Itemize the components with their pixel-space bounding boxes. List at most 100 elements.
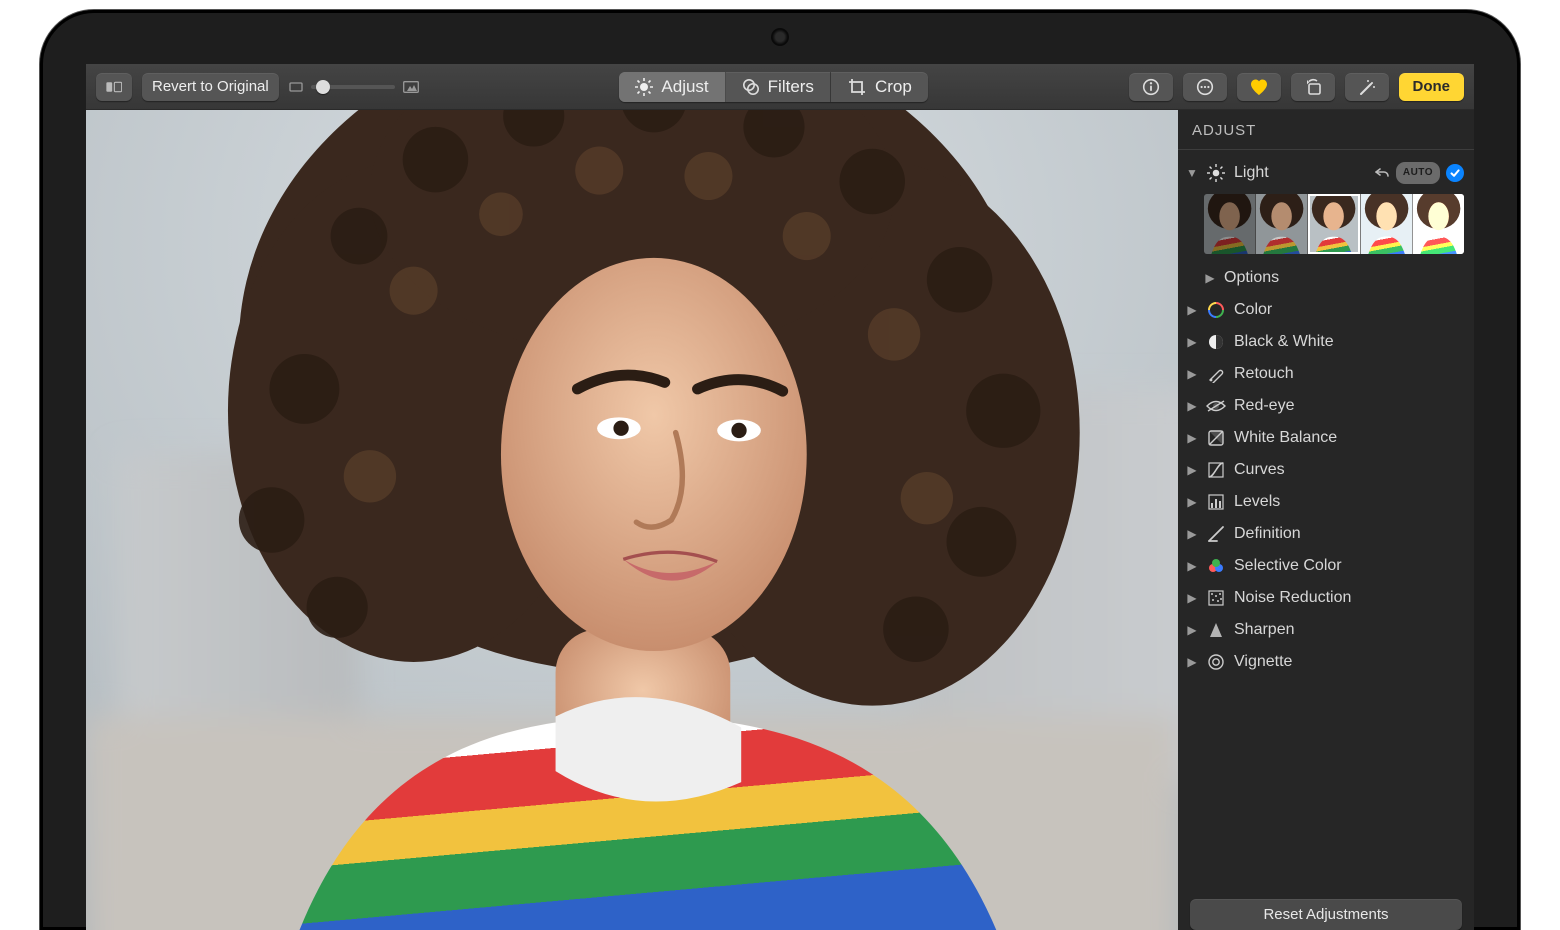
camera-icon: [771, 28, 789, 46]
selective-color-icon: [1206, 556, 1226, 576]
adj-color[interactable]: ▶ Color: [1178, 294, 1474, 326]
adj-label: Color: [1234, 300, 1464, 320]
chevron-right-icon: ▶: [1186, 620, 1198, 640]
chevron-right-icon: ▶: [1186, 396, 1198, 416]
mode-adjust-label: Adjust: [661, 77, 708, 97]
chevron-right-icon: ▶: [1186, 364, 1198, 384]
more-icon: [1196, 78, 1214, 96]
adj-label: Sharpen: [1234, 620, 1464, 640]
info-icon: [1142, 78, 1160, 96]
curves-icon: [1206, 460, 1226, 480]
adj-selective_color[interactable]: ▶ Selective Color: [1178, 550, 1474, 582]
mode-crop[interactable]: Crop: [831, 72, 928, 102]
adj-label: Retouch: [1234, 364, 1464, 384]
adj-noise_reduction[interactable]: ▶ Noise Reduction: [1178, 582, 1474, 614]
light-thumb[interactable]: [1360, 194, 1412, 254]
revert-button[interactable]: Revert to Original: [142, 73, 279, 101]
chevron-right-icon: ▶: [1204, 268, 1216, 288]
chevron-down-icon: ▼: [1186, 163, 1198, 183]
adj-label: Definition: [1234, 524, 1464, 544]
adj-black_white[interactable]: ▶ Black & White: [1178, 326, 1474, 358]
white-balance-icon: [1206, 428, 1226, 448]
wand-icon: [1357, 78, 1377, 96]
undo-icon[interactable]: [1374, 166, 1390, 180]
adj-label: Black & White: [1234, 332, 1464, 352]
light-thumb[interactable]: [1204, 194, 1255, 254]
color-icon: [1206, 300, 1226, 320]
adj-sharpen[interactable]: ▶ Sharpen: [1178, 614, 1474, 646]
adj-label: Vignette: [1234, 652, 1464, 672]
adjust-icon: [635, 78, 653, 96]
mode-filters[interactable]: Filters: [726, 72, 831, 102]
adj-label: Curves: [1234, 460, 1464, 480]
reset-adjustments-button[interactable]: Reset Adjustments: [1190, 899, 1462, 930]
adj-light[interactable]: ▼ Light: [1178, 156, 1474, 190]
chevron-right-icon: ▶: [1186, 556, 1198, 576]
adj-retouch[interactable]: ▶ Retouch: [1178, 358, 1474, 390]
definition-icon: [1206, 524, 1226, 544]
sharpen-icon: [1206, 620, 1226, 640]
black-white-icon: [1206, 332, 1226, 352]
adj-vignette[interactable]: ▶ Vignette: [1178, 646, 1474, 678]
photos-edit-window: Revert to Original: [86, 64, 1474, 930]
red-eye-icon: [1206, 396, 1226, 416]
content: ADJUST ▼: [86, 110, 1474, 930]
laptop-bezel: Revert to Original: [40, 10, 1520, 930]
info-button[interactable]: [1129, 73, 1173, 101]
vignette-icon: [1206, 652, 1226, 672]
sidebar-scroll[interactable]: ▼ Light: [1178, 150, 1474, 889]
zoom-slider[interactable]: [289, 81, 419, 93]
light-icon: [1206, 163, 1226, 183]
light-preview-strip[interactable]: <svg viewBox="0 0 40 60" preserveAspectR…: [1204, 194, 1464, 254]
adj-white_balance[interactable]: ▶ White Balance: [1178, 422, 1474, 454]
chevron-right-icon: ▶: [1186, 460, 1198, 480]
check-icon: [1449, 167, 1461, 179]
chevron-right-icon: ▶: [1186, 492, 1198, 512]
adj-curves[interactable]: ▶ Curves: [1178, 454, 1474, 486]
adj-label: Levels: [1234, 492, 1464, 512]
more-button[interactable]: [1183, 73, 1227, 101]
adj-label: White Balance: [1234, 428, 1464, 448]
crop-icon: [847, 78, 867, 96]
filters-icon: [742, 78, 760, 96]
chevron-right-icon: ▶: [1186, 428, 1198, 448]
adj-label: Noise Reduction: [1234, 588, 1464, 608]
adj-definition[interactable]: ▶ Definition: [1178, 518, 1474, 550]
light-thumb[interactable]: [1307, 194, 1359, 254]
auto-button[interactable]: AUTO: [1396, 162, 1440, 184]
compare-view-button[interactable]: [96, 73, 132, 101]
adjust-sidebar: ADJUST ▼: [1178, 110, 1474, 930]
mode-filters-label: Filters: [768, 77, 814, 97]
toolbar: Revert to Original: [86, 64, 1474, 110]
zoom-track[interactable]: [311, 85, 395, 89]
chevron-right-icon: ▶: [1186, 588, 1198, 608]
light-thumb[interactable]: [1412, 194, 1464, 254]
compare-icon: [106, 80, 122, 94]
favorite-button[interactable]: [1237, 73, 1281, 101]
chevron-right-icon: ▶: [1186, 524, 1198, 544]
chevron-right-icon: ▶: [1186, 332, 1198, 352]
adj-red_eye[interactable]: ▶ Red-eye: [1178, 390, 1474, 422]
checked-indicator[interactable]: [1446, 164, 1464, 182]
noise-reduction-icon: [1206, 588, 1226, 608]
mode-adjust[interactable]: Adjust: [619, 72, 725, 102]
adj-light-options[interactable]: ▶ Options: [1178, 262, 1474, 294]
rotate-button[interactable]: [1291, 73, 1335, 101]
levels-icon: [1206, 492, 1226, 512]
photo-canvas[interactable]: [86, 110, 1178, 930]
edit-mode-segmented: Adjust Filters: [619, 72, 927, 102]
heart-icon: [1249, 78, 1269, 96]
zoom-knob[interactable]: [316, 80, 330, 94]
adj-levels[interactable]: ▶ Levels: [1178, 486, 1474, 518]
zoom-in-thumb-icon: [403, 81, 419, 93]
photo-image: [86, 110, 1178, 930]
chevron-right-icon: ▶: [1186, 652, 1198, 672]
zoom-out-thumb-icon: [289, 81, 303, 93]
rotate-icon: [1303, 78, 1323, 96]
adj-label: Red-eye: [1234, 396, 1464, 416]
adj-light-label: Light: [1234, 163, 1366, 183]
auto-enhance-button[interactable]: [1345, 73, 1389, 101]
light-thumb[interactable]: [1255, 194, 1307, 254]
chevron-right-icon: ▶: [1186, 300, 1198, 320]
done-button[interactable]: Done: [1399, 73, 1465, 101]
